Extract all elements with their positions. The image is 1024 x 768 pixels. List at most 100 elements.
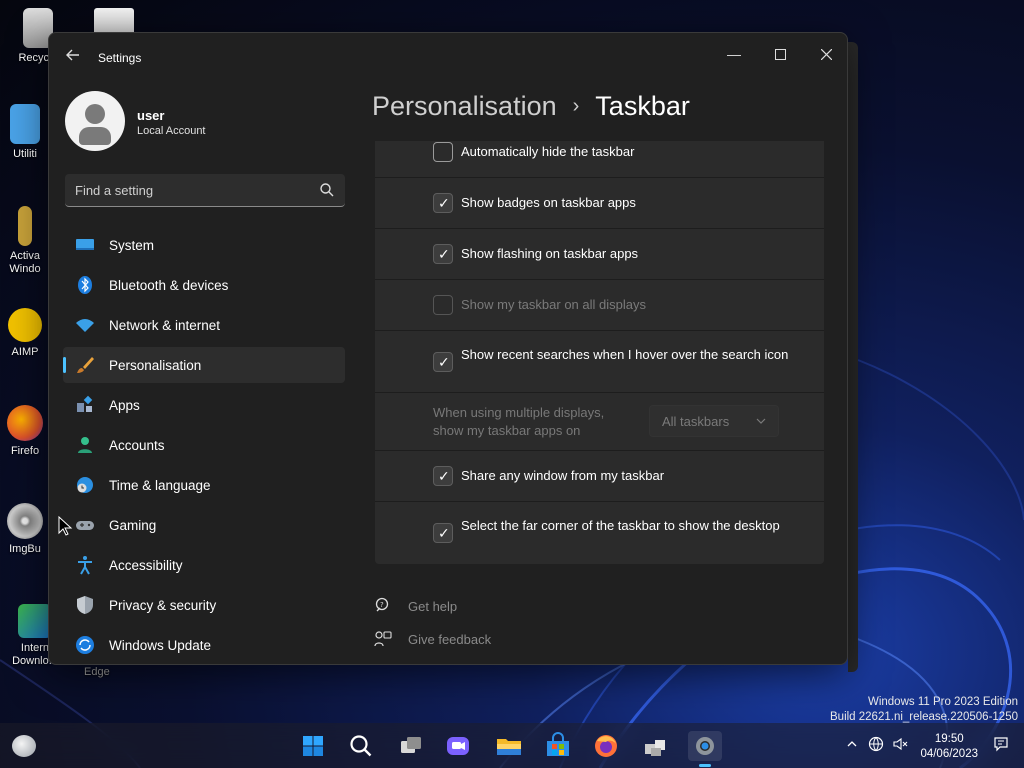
brush-icon xyxy=(77,357,94,373)
mouse-cursor xyxy=(58,516,73,536)
taskbar-store-button[interactable] xyxy=(543,731,573,761)
volume-tray-button[interactable] xyxy=(891,736,909,754)
checkbox-auto-hide[interactable] xyxy=(433,142,453,162)
help-icon: ? xyxy=(375,597,389,612)
option-recent-searches[interactable]: Show recent searches when I hover over t… xyxy=(375,331,824,393)
settings-window: Settings — user Local Account System Blu… xyxy=(48,32,848,665)
taskbar-start-button[interactable] xyxy=(298,731,328,761)
multi-display-dropdown: All taskbars xyxy=(649,405,779,437)
desktop-icon-edge[interactable]: Edge xyxy=(84,666,154,678)
store-icon xyxy=(547,732,569,756)
sidebar-item-accessibility[interactable]: Accessibility xyxy=(63,547,345,583)
package-icon xyxy=(645,740,665,756)
task-view-icon xyxy=(401,737,421,753)
sidebar-item-system[interactable]: System xyxy=(63,227,345,263)
page-title: Taskbar xyxy=(595,91,690,121)
network-tray-button[interactable] xyxy=(867,736,885,754)
search-input[interactable] xyxy=(75,180,305,200)
user-profile[interactable]: user Local Account xyxy=(65,91,345,153)
aimp-icon xyxy=(8,308,42,342)
close-button[interactable] xyxy=(803,39,847,69)
folder-icon xyxy=(10,104,40,144)
checkbox-far-corner[interactable] xyxy=(433,523,453,543)
window-title: Settings xyxy=(98,51,142,65)
checkbox-recent-searches[interactable] xyxy=(433,352,453,372)
taskbar-firefox-button[interactable] xyxy=(591,731,621,761)
title-bar: Settings — xyxy=(49,33,847,81)
option-all-displays: Show my taskbar on all displays xyxy=(375,280,824,331)
firefox-icon xyxy=(595,735,617,757)
sidebar-item-accounts[interactable]: Accounts xyxy=(63,427,345,463)
globe-clock-icon xyxy=(77,477,93,493)
desktop-icon-aimp[interactable]: AIMP xyxy=(0,308,50,358)
sidebar-item-windows-update[interactable]: Windows Update xyxy=(63,627,345,663)
firefox-icon xyxy=(7,405,43,441)
volume-muted-icon xyxy=(893,737,908,751)
option-show-badges[interactable]: Show badges on taskbar apps xyxy=(375,178,824,229)
checkbox-show-badges[interactable] xyxy=(433,193,453,213)
sidebar-nav: System Bluetooth & devices Network & int… xyxy=(63,227,345,664)
settings-icon xyxy=(696,737,714,755)
taskbar-search-button[interactable] xyxy=(346,731,376,761)
weather-icon[interactable] xyxy=(12,735,36,757)
account-type: Local Account xyxy=(137,125,206,137)
sidebar-item-time-language[interactable]: Time & language xyxy=(63,467,345,503)
minimize-button[interactable]: — xyxy=(711,39,757,69)
option-auto-hide[interactable]: Automatically hide the taskbar xyxy=(375,141,824,178)
show-hidden-icons-button[interactable] xyxy=(843,736,861,754)
globe-icon xyxy=(868,736,884,752)
svg-text:?: ? xyxy=(380,601,384,609)
apps-icon xyxy=(77,395,93,412)
key-icon xyxy=(18,206,32,246)
back-arrow-icon xyxy=(66,49,79,61)
notifications-button[interactable] xyxy=(992,736,1010,754)
sidebar-item-apps[interactable]: Apps xyxy=(63,387,345,423)
shield-icon xyxy=(77,596,93,614)
taskbar-file-explorer-button[interactable] xyxy=(494,731,524,761)
checkbox-all-displays xyxy=(433,295,453,315)
sidebar-item-network[interactable]: Network & internet xyxy=(63,307,345,343)
checkbox-share-window[interactable] xyxy=(433,466,453,486)
sidebar-item-privacy[interactable]: Privacy & security xyxy=(63,587,345,623)
option-share-window[interactable]: Share any window from my taskbar xyxy=(375,451,824,502)
accounts-icon xyxy=(78,437,92,453)
sidebar-item-bluetooth[interactable]: Bluetooth & devices xyxy=(63,267,345,303)
desktop-icon-imgburn[interactable]: ImgBu xyxy=(0,503,50,555)
taskbar-settings-button[interactable] xyxy=(688,731,722,767)
sidebar-item-personalisation[interactable]: Personalisation xyxy=(63,347,345,383)
update-icon xyxy=(76,636,94,654)
wifi-icon xyxy=(76,319,94,332)
search-box[interactable] xyxy=(65,174,345,207)
chevron-down-icon xyxy=(756,418,766,424)
taskbar-chat-button[interactable] xyxy=(443,731,473,761)
search-icon[interactable] xyxy=(319,182,335,198)
file-explorer-icon xyxy=(497,739,521,755)
desktop-icon-activate[interactable]: Activa Windo xyxy=(0,206,50,276)
back-button[interactable] xyxy=(63,47,83,67)
desktop-icon-utilities[interactable]: Utiliti xyxy=(0,104,50,160)
windows-watermark: Windows 11 Pro 2023 Edition Build 22621.… xyxy=(830,696,1018,723)
breadcrumb-parent[interactable]: Personalisation xyxy=(372,91,557,121)
checkbox-show-flashing[interactable] xyxy=(433,244,453,264)
option-far-corner[interactable]: Select the far corner of the taskbar to … xyxy=(375,502,824,564)
chevron-up-icon xyxy=(847,741,857,747)
avatar xyxy=(65,91,125,151)
maximize-button[interactable] xyxy=(757,39,803,69)
system-icon xyxy=(76,239,94,250)
sidebar-item-gaming[interactable]: Gaming xyxy=(63,507,345,543)
minimize-icon: — xyxy=(727,46,741,62)
taskbar-package-button[interactable] xyxy=(641,731,671,761)
background-window-edge xyxy=(848,42,858,672)
maximize-icon xyxy=(774,49,786,60)
taskbar-task-view-button[interactable] xyxy=(396,731,426,761)
taskbar-clock[interactable]: 19:50 04/06/2023 xyxy=(920,732,978,762)
breadcrumb-separator: › xyxy=(572,95,580,117)
desktop-icon-firefox[interactable]: Firefo xyxy=(0,405,50,457)
option-show-flashing[interactable]: Show flashing on taskbar apps xyxy=(375,229,824,280)
gamepad-icon xyxy=(76,521,94,530)
search-icon xyxy=(350,735,372,757)
feedback-icon xyxy=(374,631,392,647)
bluetooth-icon xyxy=(78,276,92,294)
chat-icon xyxy=(447,737,469,755)
option-multi-display: When using multiple displays, show my ta… xyxy=(375,393,824,451)
